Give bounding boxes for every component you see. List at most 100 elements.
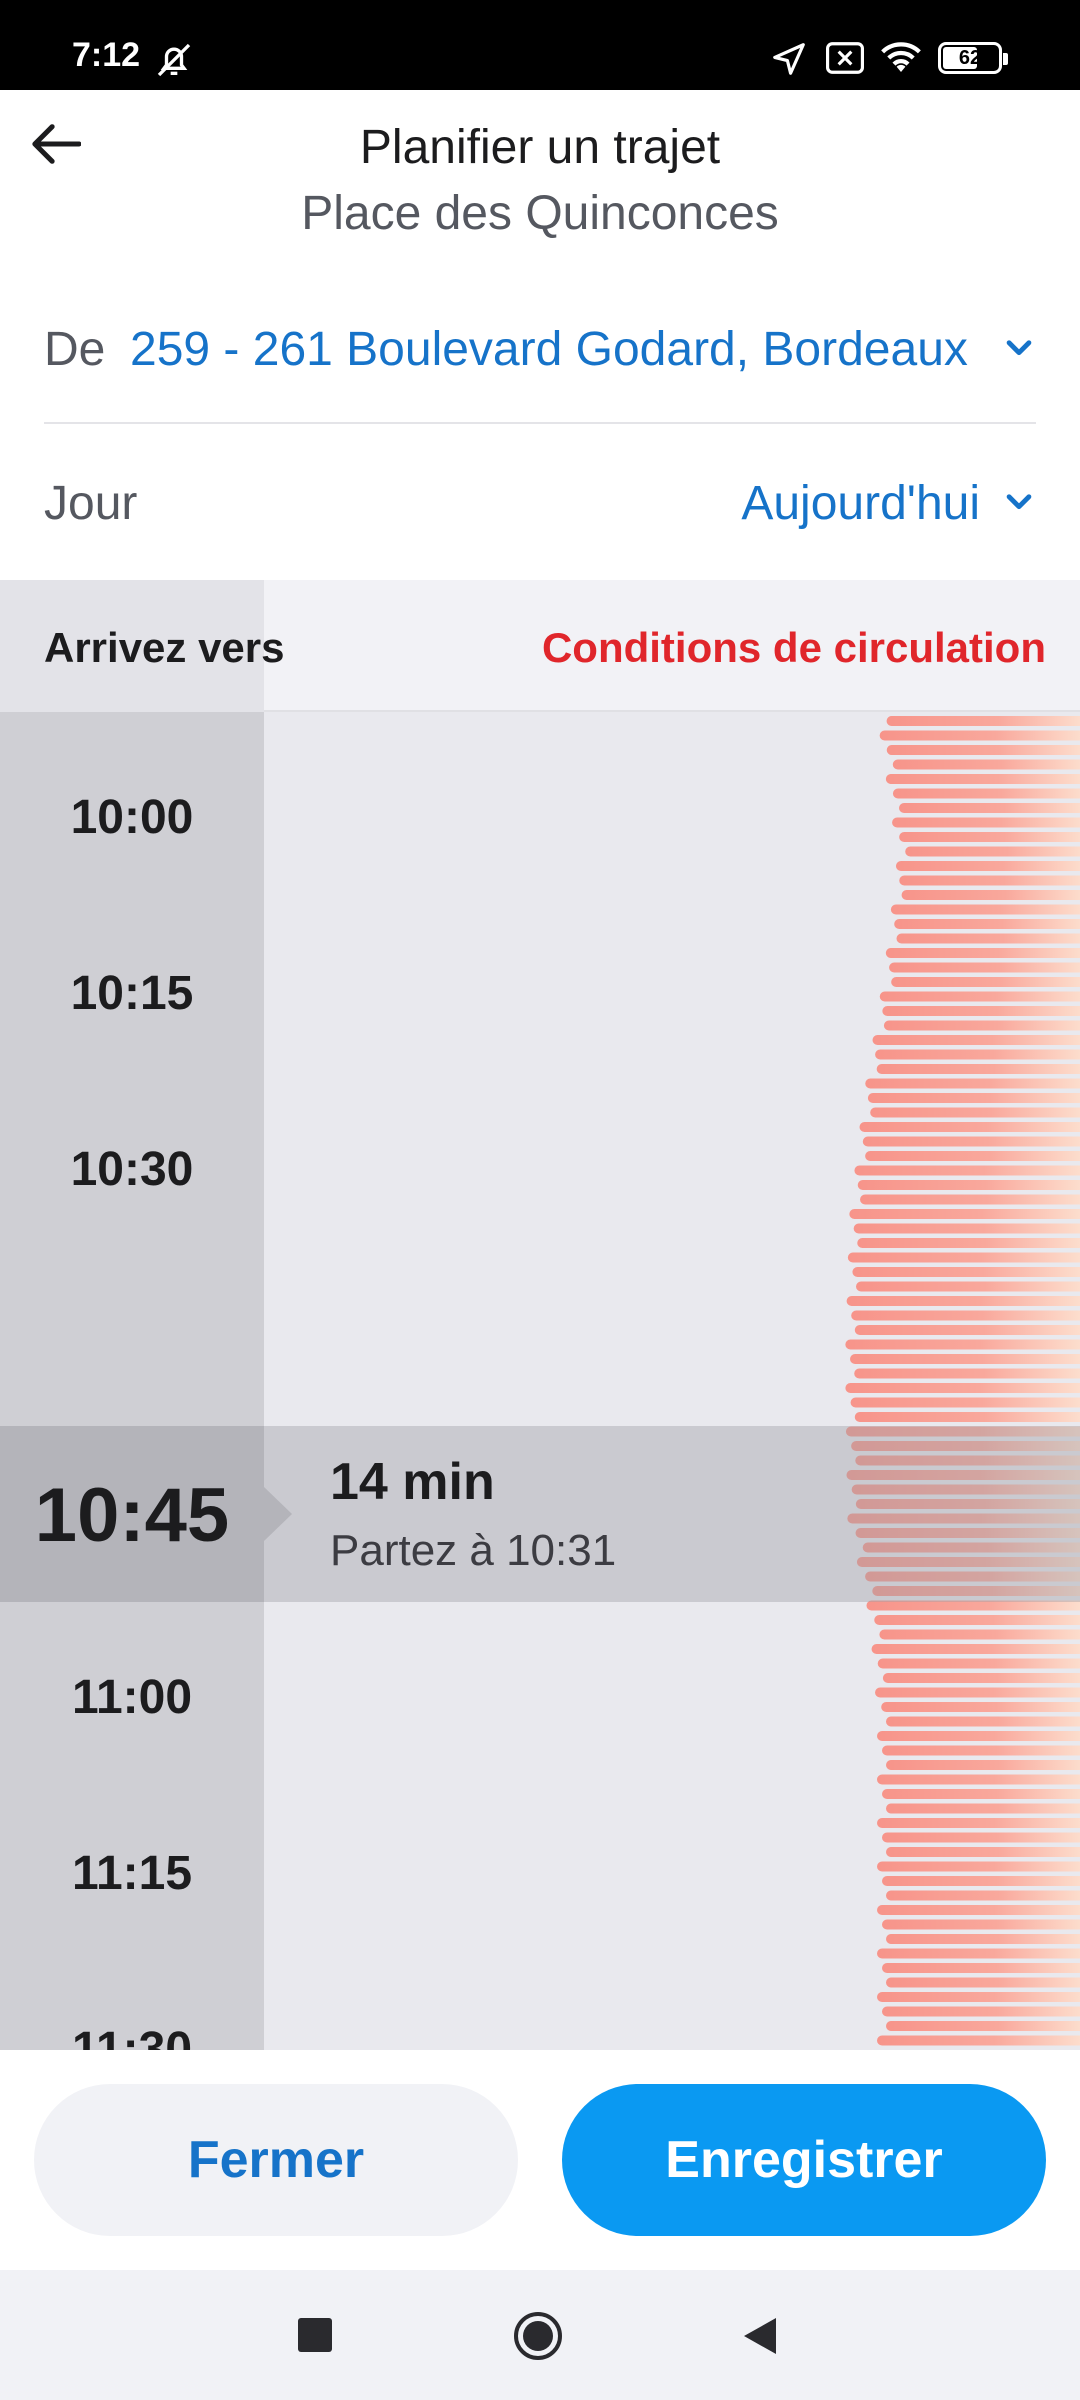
traffic-bar — [845, 1339, 1080, 1350]
time-label-11-15[interactable]: 11:15 — [0, 1846, 264, 1901]
arrive-by-label: Arrivez vers — [44, 624, 285, 671]
traffic-bar — [899, 875, 1080, 886]
traffic-bar — [892, 788, 1080, 799]
traffic-bar — [886, 1890, 1080, 1901]
traffic-bar — [886, 716, 1080, 726]
traffic-bar — [854, 1412, 1080, 1422]
traffic-bar — [882, 1876, 1080, 1886]
traffic-bar — [882, 1832, 1080, 1843]
traffic-bar — [854, 1368, 1080, 1379]
traffic-bar — [865, 1151, 1080, 1161]
traffic-bar — [881, 1702, 1080, 1712]
traffic-bar — [860, 1194, 1080, 1205]
system-nav-bar — [0, 2270, 1080, 2400]
traffic-bar — [849, 1209, 1080, 1219]
traffic-bar — [895, 861, 1080, 871]
traffic-bar — [877, 1731, 1080, 1741]
time-label-11-30[interactable]: 11:30 — [0, 2022, 264, 2050]
traffic-bar — [885, 948, 1080, 958]
traffic-bar — [857, 1238, 1080, 1248]
traffic-bar — [847, 1252, 1080, 1263]
status-bar: 7:12 62 — [0, 0, 1080, 90]
traffic-bar — [886, 1760, 1080, 1770]
traffic-area[interactable]: 10:00 10:15 10:30 10:45 14 min Partez à … — [0, 712, 1080, 2050]
chevron-down-icon[interactable] — [1002, 484, 1036, 518]
traffic-bar — [866, 1600, 1080, 1611]
traffic-bar — [899, 832, 1080, 842]
traffic-bar — [877, 2035, 1080, 2046]
traffic-bar — [877, 1905, 1080, 1915]
traffic-bar — [879, 1629, 1080, 1640]
traffic-bar — [882, 1006, 1080, 1016]
traffic-bar — [886, 745, 1080, 755]
traffic-bar — [882, 2006, 1080, 2017]
day-value[interactable]: Aujourd'hui — [741, 476, 980, 531]
traffic-bar — [850, 1354, 1080, 1364]
traffic-bar — [886, 1803, 1080, 1814]
traffic-bar — [877, 1861, 1080, 1872]
traffic-bar — [875, 1049, 1080, 1060]
from-label: De — [44, 323, 106, 376]
from-value[interactable]: 259 - 261 Boulevard Godard, Bordeaux — [130, 322, 968, 377]
back-icon[interactable] — [740, 2314, 780, 2358]
time-label-10-00[interactable]: 10:00 — [0, 790, 264, 845]
traffic-bar — [882, 1745, 1080, 1756]
traffic-bar — [892, 759, 1080, 770]
page-subtitle: Place des Quinconces — [301, 187, 779, 240]
traffic-conditions-label: Conditions de circulation — [541, 624, 1046, 671]
traffic-bar — [851, 1310, 1080, 1321]
location-arrow-icon — [773, 43, 805, 75]
traffic-bar — [879, 730, 1080, 741]
timeline-header: Arrivez vers Conditions de circulation — [0, 580, 1080, 712]
traffic-bar — [886, 1716, 1080, 1727]
traffic-bar — [877, 1658, 1080, 1669]
traffic-bar — [875, 1687, 1080, 1698]
traffic-bar — [886, 1847, 1080, 1857]
selected-pointer — [264, 1487, 292, 1541]
recent-apps-icon[interactable] — [298, 2318, 332, 2352]
time-label-10-15[interactable]: 10:15 — [0, 966, 264, 1021]
traffic-bar — [865, 1078, 1080, 1089]
bell-off-icon — [157, 43, 191, 77]
traffic-bar — [882, 1673, 1080, 1683]
close-button[interactable]: Fermer — [34, 2084, 518, 2236]
day-selector[interactable]: Jour Aujourd'hui — [44, 440, 1036, 560]
traffic-bar — [885, 774, 1080, 784]
page-title: Planifier un trajet — [359, 121, 721, 174]
time-label-11-00[interactable]: 11:00 — [0, 1670, 264, 1725]
status-time: 7:12 — [72, 36, 141, 74]
footer: Fermer Enregistrer — [0, 2050, 1080, 2270]
battery-icon: 62 — [938, 42, 1008, 74]
home-icon[interactable] — [512, 2310, 564, 2362]
traffic-bar — [846, 1296, 1080, 1306]
save-button[interactable]: Enregistrer — [562, 2084, 1046, 2236]
traffic-bar — [872, 1035, 1080, 1045]
traffic-bar — [905, 846, 1080, 857]
traffic-bar — [874, 1615, 1080, 1625]
traffic-bar — [877, 1992, 1080, 2002]
traffic-bar — [852, 1267, 1080, 1277]
timeline[interactable]: 10:00 10:15 10:30 10:45 14 min Partez à … — [0, 580, 1080, 2050]
from-selector[interactable]: De 259 - 261 Boulevard Godard, Bordeaux — [44, 300, 1036, 424]
traffic-bar — [856, 1281, 1080, 1292]
traffic-bar — [882, 1919, 1080, 1930]
traffic-bar — [876, 1064, 1080, 1074]
traffic-bar — [845, 1383, 1080, 1393]
chevron-down-icon[interactable] — [1002, 330, 1036, 364]
traffic-bar — [871, 1644, 1080, 1654]
traffic-bar — [877, 1818, 1080, 1828]
traffic-bar — [877, 1948, 1080, 1959]
traffic-bar — [882, 1963, 1080, 1973]
time-label-10-30[interactable]: 10:30 — [0, 1142, 264, 1197]
selected-time[interactable]: 10:45 — [0, 1472, 264, 1559]
traffic-bar — [886, 2021, 1080, 2031]
traffic-bar — [879, 991, 1080, 1002]
wifi-icon — [881, 42, 921, 72]
traffic-bar — [850, 1397, 1080, 1408]
traffic-bar — [854, 1325, 1080, 1335]
traffic-bar — [877, 1774, 1080, 1785]
traffic-bar — [894, 919, 1080, 929]
traffic-bar — [882, 1789, 1080, 1799]
traffic-bar — [899, 803, 1080, 813]
traffic-bar — [890, 904, 1080, 915]
